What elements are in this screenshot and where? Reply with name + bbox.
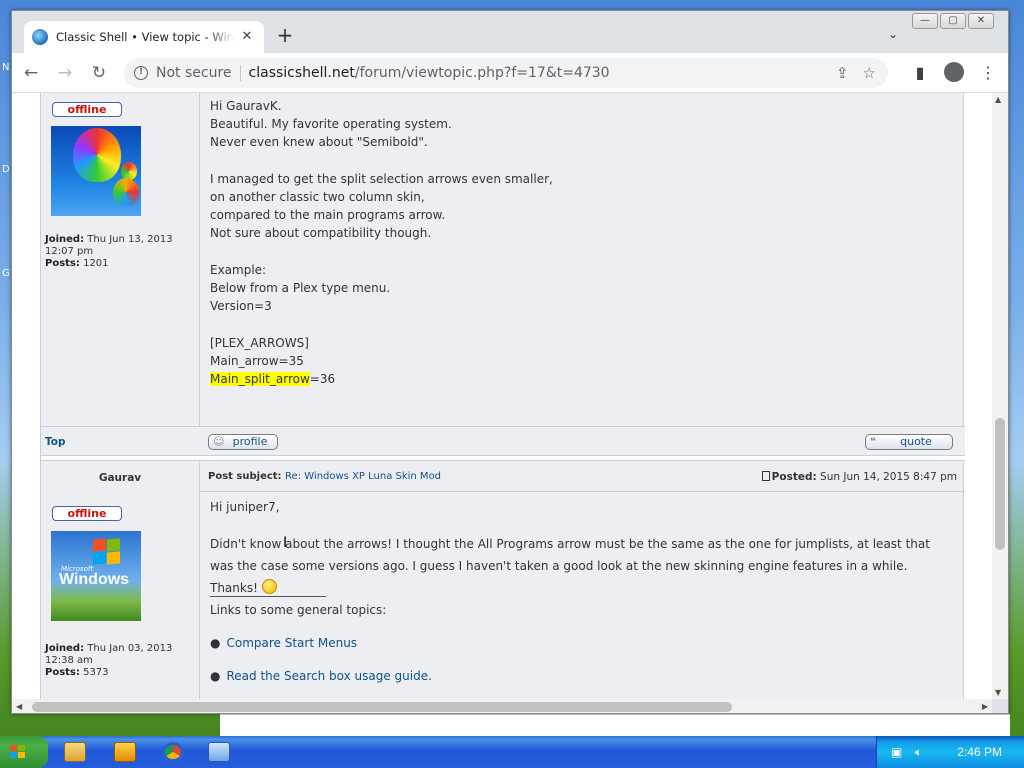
user-avatar	[51, 126, 141, 216]
scrollbar-thumb[interactable]	[995, 418, 1005, 550]
subject-link[interactable]: Re: Windows XP Luna Skin Mod	[285, 471, 441, 482]
forward-icon[interactable]: →	[50, 58, 80, 88]
profile-button[interactable]: ☺ profile	[208, 434, 278, 450]
post-subject: Post subject: Re: Windows XP Luna Skin M…	[208, 471, 442, 482]
post-date: Posted: Sun Jun 14, 2015 8:47 pm	[761, 471, 957, 483]
forum-post: Gaurav Post subject: Re: Windows XP Luna…	[41, 462, 965, 699]
url-text[interactable]: classicshell.net/forum/viewtopic.php?f=1…	[249, 65, 610, 81]
post-count: 1201	[83, 258, 109, 269]
offline-badge: offline	[52, 102, 122, 117]
post-footer: Top ☺ profile ❝ quote	[41, 426, 965, 456]
system-tray: ▣ 🔈︎ 2:46 PM	[876, 736, 1024, 768]
browser-window: Classic Shell • View topic - Windows XP …	[11, 10, 1009, 714]
new-tab-button[interactable]: +	[274, 25, 296, 47]
post-profile: offline Joined: Thu Jun 13, 2013 12:07 p…	[41, 93, 199, 427]
minimize-button[interactable]: —	[912, 13, 938, 29]
desktop-icon-label: N	[2, 62, 10, 73]
media-player-icon[interactable]	[114, 742, 136, 762]
post-paragraph: Didn't know about the arrows! I thought …	[210, 537, 930, 595]
post-profile: offline Microsoft Windows Joined: Thu Ja…	[41, 492, 199, 699]
share-icon[interactable]: ⇪	[836, 64, 849, 82]
top-link[interactable]: Top	[45, 436, 66, 448]
browser-toolbar: ← → ↻ ! Not secure classicshell.net/foru…	[12, 53, 1008, 93]
network-icon[interactable]: ▣	[891, 745, 902, 759]
url-path: /forum/viewtopic.php?f=17&t=4730	[354, 65, 610, 81]
start-button[interactable]	[0, 736, 48, 768]
post-body: Hi GauravK. Beautiful. My favorite opera…	[210, 99, 553, 387]
windows-logo-icon	[10, 745, 26, 759]
profile-avatar-icon[interactable]	[944, 62, 964, 82]
reload-icon[interactable]: ↻	[84, 58, 114, 88]
text-cursor-icon: I	[283, 535, 288, 551]
address-bar[interactable]: ! Not secure classicshell.net/forum/view…	[124, 58, 888, 88]
page-content: offline Joined: Thu Jun 13, 2013 12:07 p…	[12, 93, 992, 699]
scrollbar-thumb[interactable]	[32, 702, 732, 712]
taskbar: ▣ 🔈︎ 2:46 PM	[0, 736, 1024, 768]
forum-topic: offline Joined: Thu Jun 13, 2013 12:07 p…	[40, 93, 965, 699]
window-controls: — ▢ ✕	[912, 13, 994, 29]
browser-menu-icon[interactable]: ⋮	[978, 63, 998, 82]
url-host: classicshell.net	[248, 65, 355, 81]
post-header: Post subject: Re: Windows XP Luna Skin M…	[199, 462, 965, 492]
control-panel-icon[interactable]	[208, 742, 230, 762]
volume-icon[interactable]: 🔈︎	[915, 745, 922, 760]
post-icon[interactable]	[761, 471, 770, 481]
highlighted-text: Main_split_arrow	[210, 372, 310, 387]
post-divider	[41, 455, 965, 461]
scroll-up-icon[interactable]: ▲	[995, 95, 1001, 104]
post-count: 5373	[83, 667, 109, 678]
vertical-scrollbar[interactable]: ▲ ▼	[992, 93, 1008, 699]
signature-heading: Links to some general topics:	[210, 603, 387, 617]
post-content: Hi GauravK. Beautiful. My favorite opera…	[199, 93, 965, 427]
close-window-button[interactable]: ✕	[968, 13, 994, 29]
quote-icon: ❝	[870, 435, 876, 448]
scroll-right-icon[interactable]: ▶	[982, 702, 988, 711]
user-stats: Joined: Thu Jan 03, 2013 12:38 am Posts:…	[45, 643, 173, 678]
clock[interactable]: 2:46 PM	[957, 745, 1002, 759]
quote-button[interactable]: ❝ quote	[865, 434, 953, 450]
background-window	[220, 714, 1010, 736]
browser-tab[interactable]: Classic Shell • View topic - Windows XP …	[24, 21, 264, 53]
security-label[interactable]: Not secure	[156, 65, 241, 81]
scroll-down-icon[interactable]: ▼	[995, 688, 1001, 697]
post-author[interactable]: Gaurav	[41, 472, 199, 484]
classicshell-favicon-icon	[32, 29, 48, 45]
tab-title: Classic Shell • View topic - Windows XP …	[56, 30, 234, 44]
file-explorer-icon[interactable]	[64, 742, 86, 762]
horizontal-scrollbar[interactable]: ◀ ▶	[12, 699, 992, 713]
signature-divider	[210, 596, 326, 597]
smiley-icon	[261, 579, 277, 594]
bookmark-star-icon[interactable]: ☆	[863, 64, 876, 82]
tab-close-icon[interactable]: ✕	[238, 28, 256, 46]
offline-badge: offline	[52, 506, 122, 521]
post-greeting: Hi juniper7,	[210, 500, 280, 514]
user-stats: Joined: Thu Jun 13, 2013 12:07 pm Posts:…	[45, 234, 173, 269]
windows-flag-icon	[93, 538, 121, 565]
tab-strip: Classic Shell • View topic - Windows XP …	[12, 11, 1008, 53]
warning-icon[interactable]: !	[134, 66, 148, 80]
chrome-icon[interactable]	[162, 742, 184, 762]
side-panel-icon[interactable]: ▮	[910, 63, 930, 82]
user-avatar: Microsoft Windows	[51, 531, 141, 621]
tab-search-icon[interactable]: ⌄	[888, 27, 898, 41]
scroll-left-icon[interactable]: ◀	[16, 702, 22, 711]
desktop-icon-label: D	[2, 164, 10, 175]
maximize-button[interactable]: ▢	[940, 13, 966, 29]
signature-link[interactable]: ● Compare Start Menus	[210, 636, 357, 650]
forum-post: offline Joined: Thu Jun 13, 2013 12:07 p…	[41, 93, 965, 427]
signature-link[interactable]: ● Read the Search box usage guide.	[210, 669, 432, 683]
post-content: Hi juniper7, Didn't know about the arrow…	[199, 492, 965, 699]
profile-icon: ☺	[213, 435, 225, 448]
desktop-icon-label: G	[2, 268, 10, 279]
back-icon[interactable]: ←	[16, 58, 46, 88]
